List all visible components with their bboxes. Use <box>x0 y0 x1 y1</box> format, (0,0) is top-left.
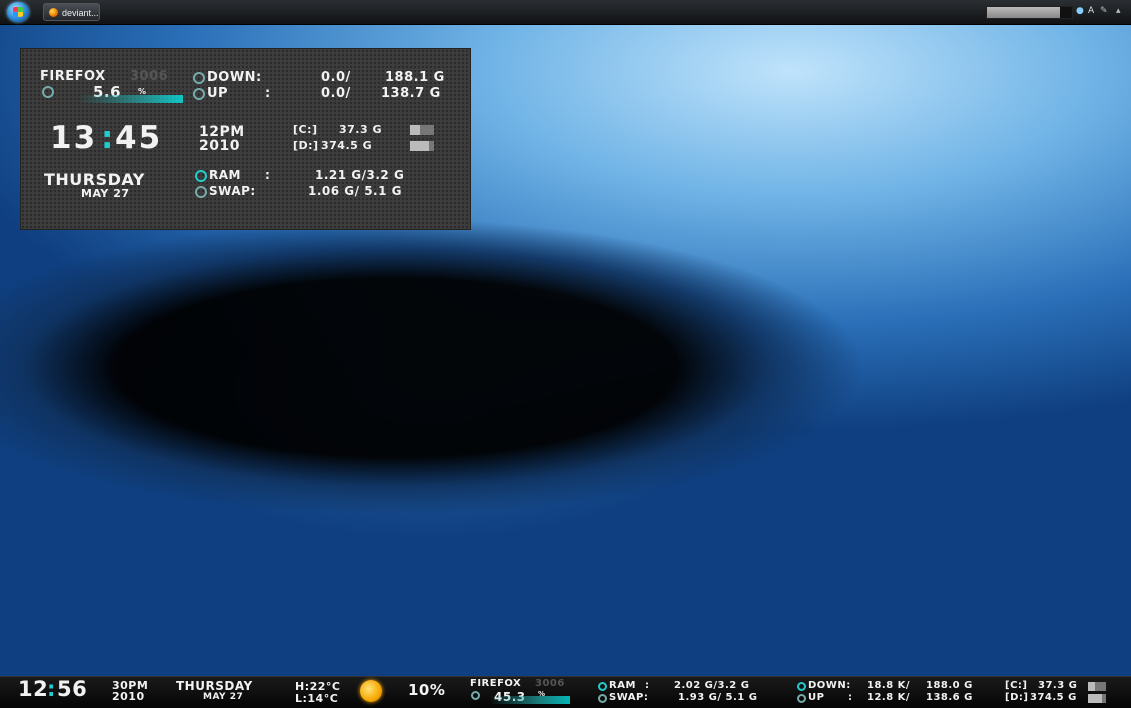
bottom-clock-hours: 12 <box>18 677 49 701</box>
drive-d-label: [D:] <box>293 139 319 152</box>
process-name: FIREFOX <box>40 69 106 84</box>
net-up-value: 0.0/ <box>321 86 351 101</box>
tray-search-field[interactable] <box>986 6 1073 19</box>
chevron-up-icon[interactable]: ▴ <box>1116 6 1121 17</box>
net-up-colon: : <box>265 86 271 101</box>
bottom-up-total: 138.6 G <box>926 692 973 703</box>
bottom-process-name: FIREFOX <box>470 678 522 689</box>
bottom-drive-d-bar <box>1088 694 1106 703</box>
clock-colon: : <box>101 120 114 156</box>
bottom-drive-d-value: 374.5 G <box>1030 692 1077 703</box>
bottom-drive-c-label: [C:] <box>1005 680 1028 691</box>
bottom-ram-ring-icon <box>598 682 607 691</box>
bottom-down-ring-icon <box>797 682 806 691</box>
date: MAY 27 <box>81 187 130 200</box>
taskbar-button-label: deviant... <box>62 8 99 18</box>
humidity: 10% <box>408 681 446 699</box>
bottom-drive-d-label: [D:] <box>1005 692 1029 703</box>
net-up-total: 138.7 G <box>381 86 441 101</box>
bottom-drive-c-value: 37.3 G <box>1038 680 1078 691</box>
weekday: THURSDAY <box>44 170 145 189</box>
bottom-drive-c-bar <box>1088 682 1106 691</box>
drive-d-value: 374.5 G <box>321 139 373 152</box>
ram-value: 1.21 G/3.2 G <box>315 168 405 182</box>
temp-low: L:14°C <box>295 692 339 705</box>
clock-ampm: 12PM <box>199 124 245 140</box>
start-button-icon[interactable] <box>7 2 29 22</box>
bottom-down-label: DOWN: <box>808 680 851 691</box>
bottom-ram-colon: : <box>645 680 650 691</box>
up-ring-icon <box>193 88 205 100</box>
taskbar-button-firefox[interactable]: deviant... <box>43 3 100 21</box>
bottom-up-label: UP <box>808 692 825 703</box>
bottom-ram-label: RAM <box>609 680 636 691</box>
drive-c-label: [C:] <box>293 123 318 136</box>
drive-c-value: 37.3 G <box>339 123 382 136</box>
bottom-up-ring-icon <box>797 694 806 703</box>
down-ring-icon <box>193 72 205 84</box>
drive-d-usage-bar <box>410 141 434 151</box>
net-up-label: UP <box>207 86 229 101</box>
swap-ring-icon <box>195 186 207 198</box>
bottom-date: MAY 27 <box>203 692 244 702</box>
bottom-cpu-ring-icon <box>471 691 480 700</box>
bottom-ram-value: 2.02 G/3.2 G <box>674 680 750 691</box>
firefox-icon <box>49 8 58 17</box>
top-taskbar: deviant... ● A ✎ ▴ <box>0 0 1131 25</box>
bottom-up-colon: : <box>848 692 853 703</box>
bottom-down-total: 188.0 G <box>926 680 973 691</box>
tray-letter-icon[interactable]: A <box>1088 6 1094 17</box>
ram-label: RAM <box>209 168 241 182</box>
ram-ring-icon <box>195 170 207 182</box>
clock-year: 2010 <box>199 138 240 154</box>
drive-c-usage-bar <box>410 125 434 135</box>
bottom-clock-colon: : <box>47 677 56 701</box>
bottom-clock-year: 2010 <box>112 690 145 703</box>
swap-label: SWAP: <box>209 184 256 198</box>
ram-colon: : <box>265 168 271 182</box>
bottom-swap-value: 1.93 G/ 5.1 G <box>678 692 758 703</box>
swap-value: 1.06 G/ 5.1 G <box>308 184 402 198</box>
temp-high: H:22°C <box>295 680 341 693</box>
wrench-icon[interactable]: ✎ <box>1100 6 1108 17</box>
bottom-swap-label: SWAP: <box>609 692 649 703</box>
bottom-clock-minutes: 56 <box>57 677 88 701</box>
bottom-cpu-graph <box>490 696 570 704</box>
net-down-total: 188.1 G <box>385 70 445 85</box>
net-down-label: DOWN: <box>207 70 262 85</box>
bottom-down-value: 18.8 K/ <box>867 680 911 691</box>
clock-hours: 13 <box>50 120 98 156</box>
bottom-process-pid: 3006 <box>535 678 565 689</box>
bottom-weekday: THURSDAY <box>176 679 253 693</box>
net-down-value: 0.0/ <box>321 70 351 85</box>
clock-minutes: 45 <box>115 120 163 156</box>
cpu-ring-icon <box>42 86 54 98</box>
bottom-up-value: 12.8 K/ <box>867 692 911 703</box>
cpu-graph <box>78 95 183 103</box>
network-tray-icon[interactable]: ● <box>1076 6 1084 17</box>
weather-sun-icon <box>360 680 382 702</box>
bottom-swap-ring-icon <box>598 694 607 703</box>
process-pid: 3006 <box>130 69 169 84</box>
